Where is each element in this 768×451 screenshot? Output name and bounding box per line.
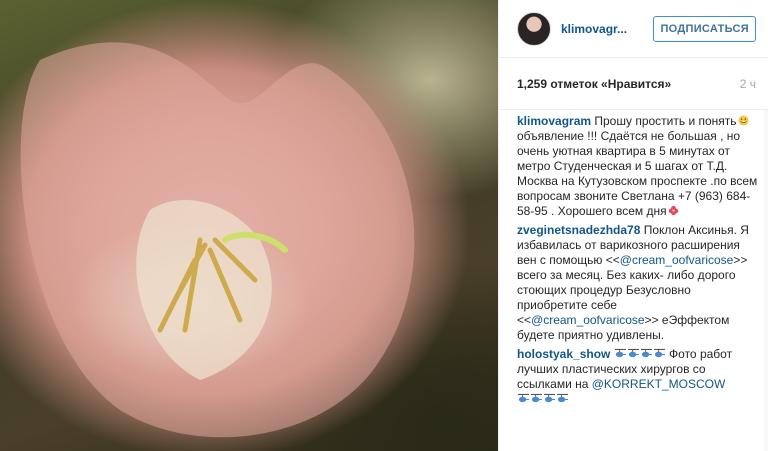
post-photo[interactable] <box>0 0 498 451</box>
helicopter-icon <box>627 348 639 358</box>
helicopter-icon <box>544 393 555 403</box>
post-header: klimovagr... ПОДПИСАТЬСЯ <box>499 0 768 58</box>
instagram-post: klimovagr... ПОДПИСАТЬСЯ 1,259 отметок «… <box>0 0 768 451</box>
mention-link[interactable]: @cream_oofvaricose <box>620 253 734 267</box>
post-sidebar: klimovagr... ПОДПИСАТЬСЯ 1,259 отметок «… <box>498 0 768 451</box>
comment-username[interactable]: zveginetsnadezhda78 <box>517 223 640 237</box>
follow-button[interactable]: ПОДПИСАТЬСЯ <box>653 15 756 42</box>
author-username[interactable]: klimovagr... <box>561 22 653 36</box>
comment-text: объявление !!! Сдаётся не большая , но о… <box>517 129 758 218</box>
comment-username[interactable]: klimovagram <box>517 114 591 128</box>
post-time[interactable]: 2 ч <box>740 77 756 91</box>
avatar[interactable] <box>517 11 551 46</box>
helicopter-icon <box>518 393 529 403</box>
comment-list: klimovagram Прошу простить и понять объя… <box>499 110 768 407</box>
comment-item: klimovagram Прошу простить и понять объя… <box>517 114 758 219</box>
comment-item: zveginetsnadezhda78 Поклон Аксинья. Я из… <box>517 223 758 343</box>
helicopter-icon <box>640 348 652 358</box>
flower-illustration <box>20 42 415 438</box>
mention-link[interactable]: @KORREKT_MOSCOW <box>592 377 726 391</box>
comment-username[interactable]: holostyak_show <box>517 347 610 361</box>
grinning-sweat-icon <box>737 115 749 126</box>
helicopter-icon <box>531 393 542 403</box>
hibiscus-icon <box>668 205 678 216</box>
comment-item: holostyak_show Фото работ лучших пластич… <box>517 347 758 407</box>
likes-count[interactable]: 1,259 отметок «Нравится» <box>517 77 671 91</box>
comment-text: Прошу простить и понять <box>591 114 737 128</box>
likes-bar: 1,259 отметок «Нравится» 2 ч <box>499 58 768 110</box>
mention-link[interactable]: @cream_oofvaricose <box>531 313 645 327</box>
comments-scrollbar[interactable] <box>764 110 768 451</box>
helicopter-icon <box>557 393 568 403</box>
helicopter-icon <box>653 348 665 358</box>
helicopter-icon <box>614 348 626 358</box>
